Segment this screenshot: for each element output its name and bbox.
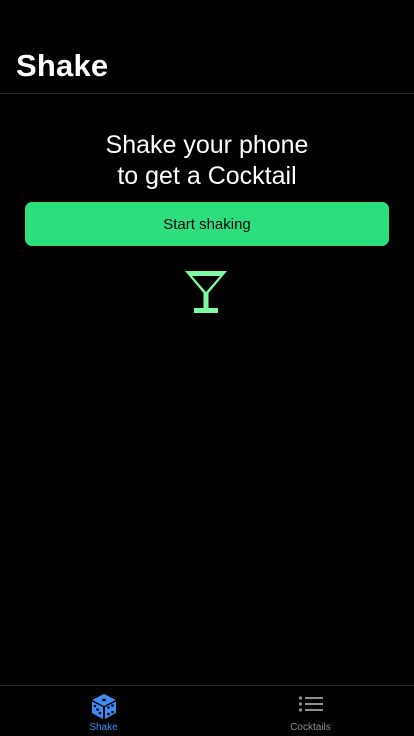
headline: Shake your phone to get a Cocktail — [0, 130, 414, 192]
tab-label-cocktails: Cocktails — [290, 722, 331, 733]
cocktail-glass-icon — [185, 271, 227, 313]
tab-shake[interactable]: Shake — [0, 686, 207, 736]
dice-icon — [91, 694, 116, 719]
start-shaking-button[interactable]: Start shaking — [25, 202, 389, 246]
tab-label-shake: Shake — [89, 722, 118, 733]
headline-line-1: Shake your phone — [105, 131, 309, 159]
tab-bar: Shake Cocktails — [0, 685, 414, 736]
list-icon — [298, 696, 323, 712]
headline-line-2: to get a Cocktail — [117, 162, 297, 190]
page-title: Shake — [16, 48, 109, 83]
tab-cocktails[interactable]: Cocktails — [207, 686, 414, 736]
header: Shake — [0, 0, 414, 94]
